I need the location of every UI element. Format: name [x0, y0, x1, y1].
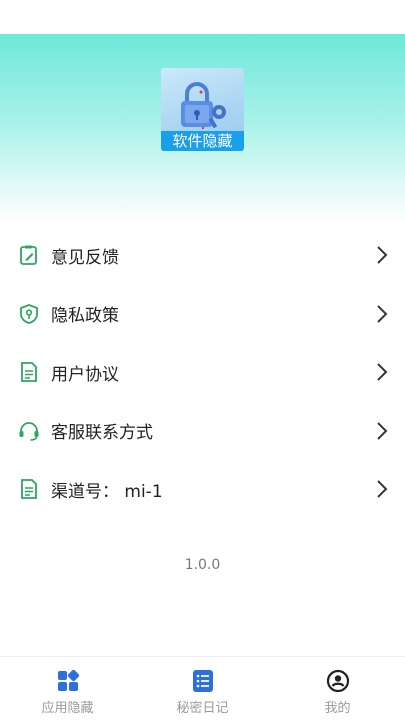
- bottom-tab-bar: 应用隐藏 秘密日记 我的: [0, 656, 405, 720]
- menu-item-label: 渠道号： mi-1: [51, 481, 163, 502]
- tab-label: 我的: [324, 701, 351, 716]
- tab-label: 应用隐藏: [41, 701, 94, 716]
- menu-item-user-agreement[interactable]: 用户协议: [0, 343, 405, 402]
- headset-icon: [19, 421, 39, 441]
- app-name-label: 软件隐藏: [161, 131, 244, 151]
- chevron-right-icon: [377, 246, 388, 264]
- chevron-right-icon: [377, 422, 388, 440]
- menu-item-label: 客服联系方式: [51, 423, 153, 444]
- document-icon: [21, 479, 37, 500]
- chevron-right-icon: [377, 363, 388, 381]
- menu-item-label: 隐私政策: [51, 306, 119, 327]
- status-bar: [0, 0, 405, 34]
- tab-app-hide[interactable]: 应用隐藏: [0, 657, 135, 720]
- menu-item-privacy-policy[interactable]: 隐私政策: [0, 285, 405, 344]
- apps-grid-icon: [57, 669, 79, 691]
- menu-item-customer-service[interactable]: 客服联系方式: [0, 402, 405, 461]
- version-text: 1.0.0: [184, 557, 221, 573]
- chevron-right-icon: [377, 305, 388, 323]
- menu-item-label: 意见反馈: [51, 247, 119, 268]
- list-icon: [192, 670, 213, 692]
- app-logo: 软件隐藏: [161, 68, 244, 151]
- chevron-right-icon: [377, 480, 388, 498]
- document-icon: [21, 362, 37, 383]
- profile-icon: [326, 669, 349, 693]
- tab-mine[interactable]: 我的: [270, 657, 405, 720]
- privacy-shield-icon: [20, 303, 38, 324]
- tab-label: 秘密日记: [176, 701, 229, 716]
- menu-item-channel[interactable]: 渠道号： mi-1: [0, 460, 405, 519]
- menu-item-feedback[interactable]: 意见反馈: [0, 226, 405, 285]
- settings-menu: 意见反馈 隐私政策 用户协议 客服联系方式 渠道号： mi-1: [0, 226, 405, 519]
- feedback-icon: [20, 245, 37, 266]
- menu-item-label: 用户协议: [51, 364, 119, 385]
- tab-secret-diary[interactable]: 秘密日记: [135, 657, 270, 720]
